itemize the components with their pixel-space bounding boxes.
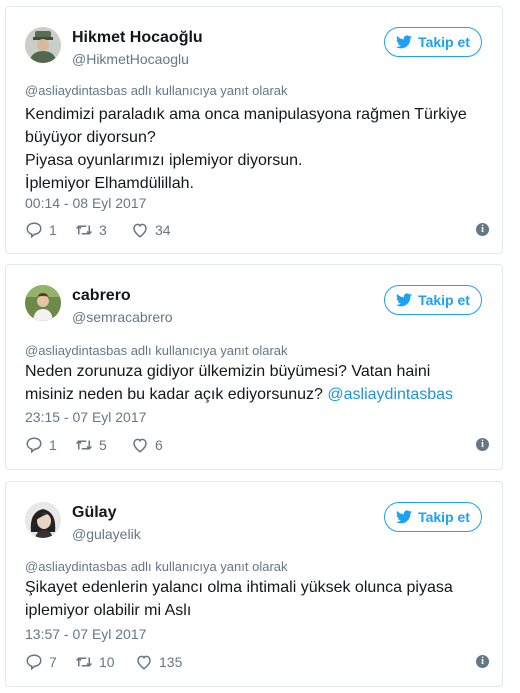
avatar[interactable] — [25, 27, 61, 63]
like-button[interactable]: 34 — [131, 221, 171, 239]
twitter-bird-icon — [396, 35, 413, 49]
retweet-icon — [75, 440, 93, 450]
tweet-actions: 1 5 6 i — [25, 436, 495, 456]
reply-count: 1 — [49, 222, 57, 238]
reply-context: @asliaydintasbas adlı kullanıcıya yanıt … — [25, 83, 288, 98]
tweet-text: Neden zorunuza gidiyor ülkemizin büyümes… — [25, 360, 490, 406]
like-count: 6 — [155, 437, 163, 453]
user-handle[interactable]: @HikmetHocaoglu — [72, 51, 189, 67]
avatar[interactable] — [25, 285, 61, 321]
reply-context: @asliaydintasbas adlı kullanıcıya yanıt … — [25, 343, 288, 358]
like-button[interactable]: 6 — [131, 436, 163, 454]
reply-count: 1 — [49, 437, 57, 453]
retweet-button[interactable]: 3 — [75, 221, 107, 239]
tweet-text: Şikayet edenlerin yalancı olma ihtimali … — [25, 576, 490, 622]
reply-count: 7 — [49, 654, 57, 670]
retweet-button[interactable]: 5 — [75, 436, 107, 454]
follow-label: Takip et — [418, 292, 470, 308]
follow-button[interactable]: Takip et — [384, 27, 482, 57]
follow-button[interactable]: Takip et — [384, 502, 482, 532]
tweet-actions: 7 10 135 i — [25, 653, 495, 673]
follow-button[interactable]: Takip et — [384, 285, 482, 315]
heart-icon — [133, 438, 147, 453]
tweet-actions: 1 3 34 i — [25, 221, 495, 241]
timestamp[interactable]: 13:57 - 07 Eyl 2017 — [25, 626, 146, 642]
tweet-line: misiniz neden bu kadar açık ediyorsunuz?… — [25, 383, 490, 406]
reply-button[interactable]: 1 — [25, 436, 57, 454]
user-handle[interactable]: @gulayelik — [72, 526, 141, 542]
timestamp[interactable]: 23:15 - 07 Eyl 2017 — [25, 409, 146, 425]
like-count: 34 — [155, 222, 171, 238]
reply-context: @asliaydintasbas adlı kullanıcıya yanıt … — [25, 559, 288, 574]
info-icon[interactable]: i — [476, 438, 489, 451]
avatar[interactable] — [25, 502, 61, 538]
reply-icon — [26, 654, 42, 671]
reply-button[interactable]: 1 — [25, 221, 57, 239]
retweet-count: 10 — [99, 654, 115, 670]
retweet-button[interactable]: 10 — [75, 653, 115, 671]
tweet-card: Gülay @gulayelik Takip et @asliaydintasb… — [5, 481, 503, 687]
retweet-count: 5 — [99, 437, 107, 453]
timestamp[interactable]: 00:14 - 08 Eyl 2017 — [25, 195, 146, 211]
like-button[interactable]: 135 — [135, 653, 182, 671]
retweet-icon — [75, 657, 93, 667]
reply-button[interactable]: 7 — [25, 653, 57, 671]
display-name[interactable]: cabrero — [72, 287, 131, 305]
tweet-card: Hikmet Hocaoğlu @HikmetHocaoglu Takip et… — [5, 6, 503, 254]
mention-link[interactable]: @asliaydintasbas — [327, 386, 453, 403]
display-name[interactable]: Hikmet Hocaoğlu — [72, 29, 203, 47]
reply-icon — [26, 437, 42, 454]
info-icon[interactable]: i — [476, 655, 489, 668]
tweet-text: Kendimizi paraladık ama onca manipulasyo… — [25, 103, 490, 195]
retweet-count: 3 — [99, 222, 107, 238]
tweet-line: büyüyor diyorsun? — [25, 129, 156, 146]
retweet-icon — [75, 225, 93, 235]
follow-label: Takip et — [418, 34, 470, 50]
tweet-line: Şikayet edenlerin yalancı olma ihtimali … — [25, 579, 453, 596]
twitter-bird-icon — [396, 510, 413, 524]
twitter-bird-icon — [396, 293, 413, 307]
reply-icon — [26, 222, 42, 239]
user-handle[interactable]: @semracabrero — [72, 309, 173, 325]
tweet-line: iplemiyor olabilir mi Aslı — [25, 602, 192, 619]
tweet-line: İplemiyor Elhamdülillah. — [25, 175, 194, 192]
heart-icon — [137, 655, 151, 670]
info-icon[interactable]: i — [476, 223, 489, 236]
tweet-line: Kendimizi paraladık ama onca manipulasyo… — [25, 106, 467, 123]
like-count: 135 — [159, 654, 183, 670]
tweet-line: Piyasa oyunlarımızı iplemiyor diyorsun. — [25, 152, 303, 169]
tweet-line-text: misiniz neden bu kadar açık ediyorsunuz? — [25, 386, 323, 403]
tweet-line: Neden zorunuza gidiyor ülkemizin büyümes… — [25, 363, 431, 380]
follow-label: Takip et — [418, 509, 470, 525]
tweet-card: cabrero @semracabrero Takip et @asliaydi… — [5, 264, 503, 470]
heart-icon — [133, 223, 147, 238]
display-name[interactable]: Gülay — [72, 504, 116, 522]
